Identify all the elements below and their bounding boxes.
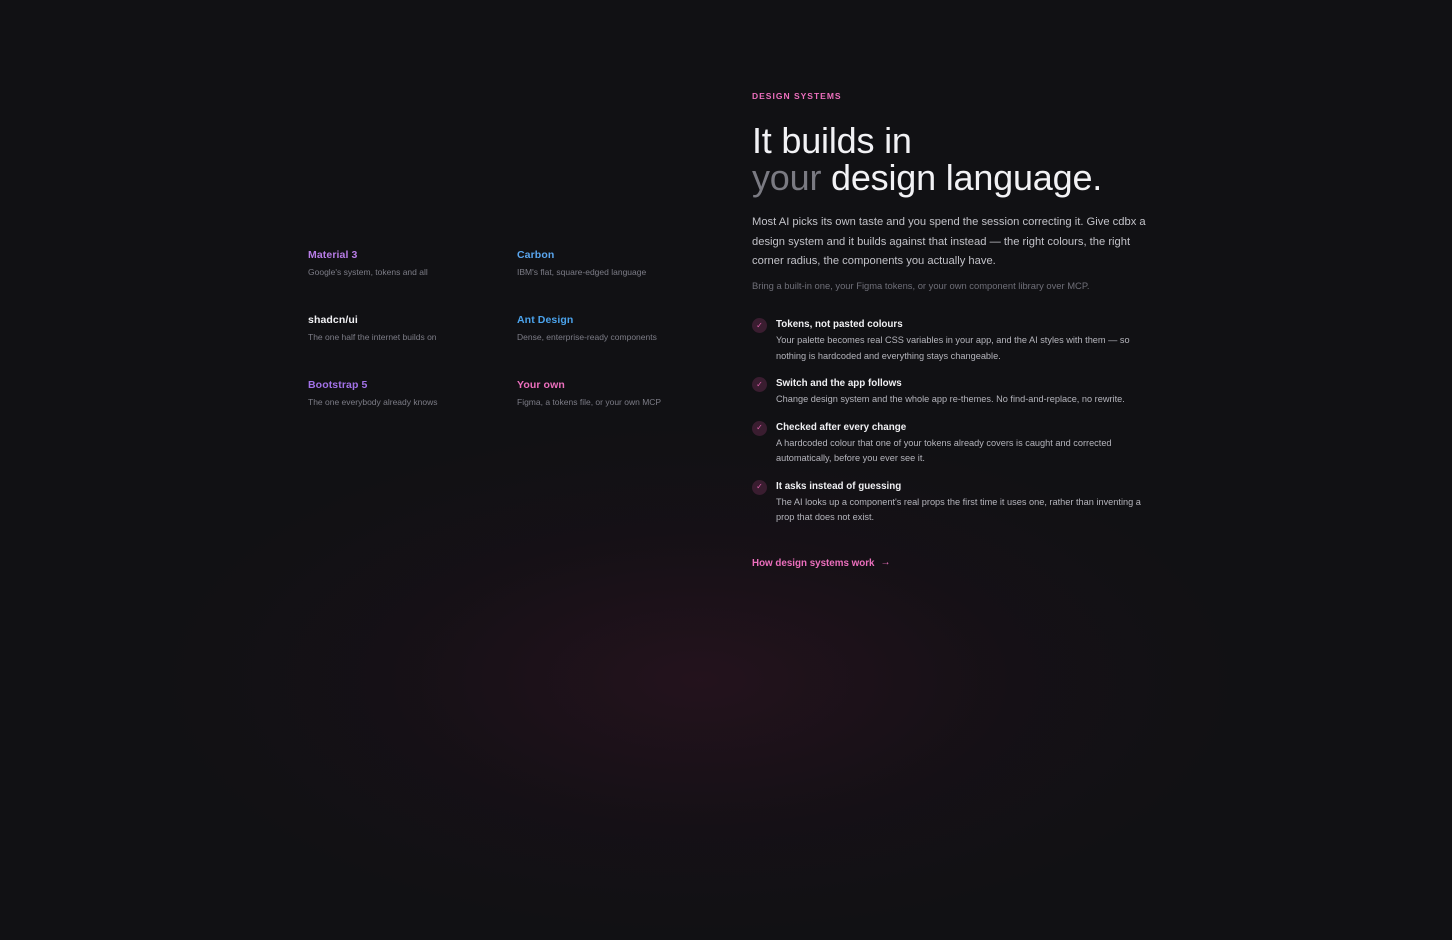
system-name: Material 3 [308, 249, 358, 261]
system-bootstrap-5: Bootstrap 5 The one everybody already kn… [308, 378, 508, 408]
system-name: Ant Design [517, 314, 574, 326]
feature-body: A hardcoded colour that one of your toke… [776, 437, 1112, 464]
system-name: Carbon [517, 249, 555, 261]
system-desc: The one everybody already knows [308, 397, 438, 407]
system-desc: Google's system, tokens and all [308, 267, 428, 277]
section-lead: Most AI picks its own taste and you spen… [752, 216, 1146, 268]
headline-line-1: It builds in [752, 120, 912, 161]
headline-muted-word: your [752, 157, 822, 198]
system-desc: IBM's flat, square-edged language [517, 267, 647, 277]
design-systems-content: DESIGN SYSTEMS It builds in your design … [752, 90, 1172, 571]
headline-line-2: design language. [821, 157, 1103, 198]
system-your-own: Your own Figma, a tokens file, or your o… [517, 378, 717, 408]
arrow-right-icon: → [880, 557, 891, 569]
system-name: shadcn/ui [308, 314, 358, 326]
feature-title: It asks instead of guessing [776, 480, 902, 492]
section-headline: It builds in your design language. [752, 122, 1172, 196]
feature-list: ✓ Tokens, not pasted colours Your palett… [752, 318, 1172, 526]
system-shadcn: shadcn/ui The one half the internet buil… [308, 313, 508, 343]
feature-item: ✓ Switch and the app follows Change desi… [752, 377, 1172, 408]
section-sub: Bring a built-in one, your Figma tokens,… [752, 280, 1090, 292]
feature-item: ✓ Checked after every change A hardcoded… [752, 420, 1172, 467]
section-eyebrow: DESIGN SYSTEMS [752, 91, 842, 101]
feature-body: Change design system and the whole app r… [776, 394, 1125, 405]
feature-item: ✓ It asks instead of guessing The AI loo… [752, 479, 1172, 526]
system-material-3: Material 3 Google's system, tokens and a… [308, 248, 508, 278]
feature-title: Checked after every change [776, 421, 907, 433]
system-desc: Dense, enterprise-ready components [517, 332, 657, 342]
system-carbon: Carbon IBM's flat, square-edged language [517, 248, 717, 278]
check-icon: ✓ [752, 479, 767, 495]
check-icon: ✓ [752, 318, 767, 334]
system-name: Bootstrap 5 [308, 379, 368, 391]
cta-label: How design systems work [752, 557, 875, 569]
system-ant-design: Ant Design Dense, enterprise-ready compo… [517, 313, 717, 343]
check-icon: ✓ [752, 377, 767, 393]
feature-title: Tokens, not pasted colours [776, 319, 903, 331]
feature-item: ✓ Tokens, not pasted colours Your palett… [752, 318, 1172, 364]
feature-body: The AI looks up a component's real props… [776, 496, 1141, 523]
feature-title: Switch and the app follows [776, 378, 902, 390]
feature-body: Your palette becomes real CSS variables … [776, 335, 1130, 361]
system-name: Your own [517, 379, 565, 391]
how-design-systems-work-link[interactable]: How design systems work → [752, 558, 891, 569]
system-desc: The one half the internet builds on [308, 332, 437, 342]
check-icon: ✓ [752, 420, 767, 436]
system-desc: Figma, a tokens file, or your own MCP [517, 397, 662, 407]
